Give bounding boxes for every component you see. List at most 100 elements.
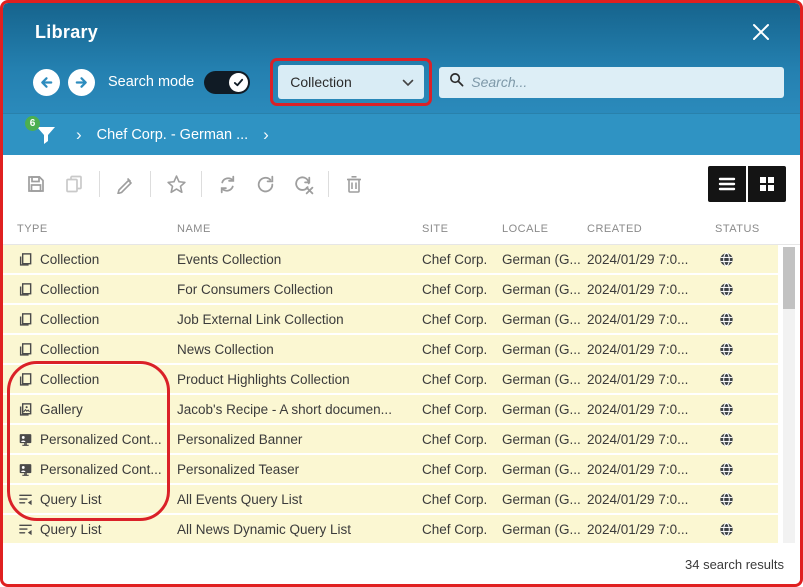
- column-header-type[interactable]: TYPE: [17, 223, 177, 235]
- site-cell: Chef Corp.: [422, 492, 502, 507]
- name-cell: All Events Query List: [177, 492, 422, 507]
- created-cell: 2024/01/29 7:0...: [587, 312, 715, 327]
- name-cell: For Consumers Collection: [177, 282, 422, 297]
- table-row[interactable]: Personalized Cont... Personalized Teaser…: [3, 455, 778, 485]
- column-header-name[interactable]: NAME: [177, 223, 422, 235]
- back-button[interactable]: [33, 69, 60, 96]
- breadcrumb: 6 › Chef Corp. - German ... ›: [3, 113, 800, 155]
- type-label: Personalized Cont...: [40, 432, 162, 447]
- search-mode-toggle[interactable]: [204, 71, 250, 94]
- toolbar-divider: [201, 171, 202, 197]
- breadcrumb-separator: ›: [263, 125, 269, 145]
- type-cell: Collection: [17, 311, 177, 327]
- table-row[interactable]: Gallery Jacob's Recipe - A short documen…: [3, 395, 778, 425]
- status-icon: [719, 462, 734, 477]
- name-cell: Personalized Teaser: [177, 462, 422, 477]
- list-view-icon[interactable]: [708, 166, 746, 202]
- gallery-icon: [17, 401, 33, 417]
- delete-icon[interactable]: [335, 165, 373, 203]
- close-icon[interactable]: [746, 17, 776, 47]
- created-cell: 2024/01/29 7:0...: [587, 522, 715, 537]
- locale-cell: German (G...: [502, 372, 587, 387]
- name-cell: Job External Link Collection: [177, 312, 422, 327]
- status-cell: [715, 342, 770, 357]
- table-row[interactable]: Collection Job External Link Collection …: [3, 305, 778, 335]
- created-cell: 2024/01/29 7:0...: [587, 432, 715, 447]
- status-cell: [715, 432, 770, 447]
- name-cell: Jacob's Recipe - A short documen...: [177, 402, 422, 417]
- column-header-status[interactable]: STATUS: [715, 223, 770, 235]
- search-type-dropdown[interactable]: Collection: [278, 65, 424, 99]
- breadcrumb-item[interactable]: Chef Corp. - German ...: [97, 127, 249, 143]
- type-label: Query List: [40, 522, 102, 537]
- type-label: Collection: [40, 252, 99, 267]
- status-icon: [719, 402, 734, 417]
- status-cell: [715, 522, 770, 537]
- type-cell: Query List: [17, 491, 177, 507]
- site-cell: Chef Corp.: [422, 462, 502, 477]
- status-icon: [719, 522, 734, 537]
- grid-view-icon[interactable]: [748, 166, 786, 202]
- column-header-created[interactable]: CREATED: [587, 223, 715, 235]
- site-cell: Chef Corp.: [422, 372, 502, 387]
- search-input[interactable]: [471, 74, 774, 90]
- toolbar-divider: [99, 171, 100, 197]
- status-cell: [715, 402, 770, 417]
- column-header-locale[interactable]: LOCALE: [502, 223, 587, 235]
- type-label: Collection: [40, 282, 99, 297]
- status-cell: [715, 372, 770, 387]
- copy-icon[interactable]: [55, 165, 93, 203]
- site-cell: Chef Corp.: [422, 432, 502, 447]
- locale-cell: German (G...: [502, 492, 587, 507]
- scrollbar-thumb[interactable]: [783, 247, 795, 309]
- refresh-icon[interactable]: [246, 165, 284, 203]
- sync-cancel-icon[interactable]: [284, 165, 322, 203]
- name-cell: News Collection: [177, 342, 422, 357]
- name-cell: Personalized Banner: [177, 432, 422, 447]
- name-cell: Events Collection: [177, 252, 422, 267]
- sync-icon[interactable]: [208, 165, 246, 203]
- created-cell: 2024/01/29 7:0...: [587, 282, 715, 297]
- locale-cell: German (G...: [502, 312, 587, 327]
- collection-icon: [17, 311, 33, 327]
- table-row[interactable]: Collection News Collection Chef Corp. Ge…: [3, 335, 778, 365]
- search-icon: [449, 72, 464, 92]
- column-header-site[interactable]: SITE: [422, 223, 502, 235]
- table-row[interactable]: Query List All Events Query List Chef Co…: [3, 485, 778, 515]
- save-icon[interactable]: [17, 165, 55, 203]
- table-row[interactable]: Collection Events Collection Chef Corp. …: [3, 245, 778, 275]
- status-icon: [719, 432, 734, 447]
- filter-funnel-icon[interactable]: 6: [31, 120, 61, 150]
- type-cell: Collection: [17, 341, 177, 357]
- status-cell: [715, 312, 770, 327]
- status-icon: [719, 342, 734, 357]
- locale-cell: German (G...: [502, 462, 587, 477]
- status-bar: 34 search results: [3, 545, 800, 584]
- forward-button[interactable]: [68, 69, 95, 96]
- locale-cell: German (G...: [502, 522, 587, 537]
- status-cell: [715, 462, 770, 477]
- type-label: Collection: [40, 312, 99, 327]
- table-row[interactable]: Collection For Consumers Collection Chef…: [3, 275, 778, 305]
- table-row[interactable]: Collection Product Highlights Collection…: [3, 365, 778, 395]
- collection-icon: [17, 251, 33, 267]
- type-cell: Collection: [17, 281, 177, 297]
- personalized-icon: [17, 461, 33, 477]
- edit-icon[interactable]: [106, 165, 144, 203]
- locale-cell: German (G...: [502, 282, 587, 297]
- table-row[interactable]: Query List All News Dynamic Query List C…: [3, 515, 778, 545]
- status-icon: [719, 282, 734, 297]
- created-cell: 2024/01/29 7:0...: [587, 372, 715, 387]
- star-icon[interactable]: [157, 165, 195, 203]
- locale-cell: German (G...: [502, 252, 587, 267]
- locale-cell: German (G...: [502, 342, 587, 357]
- name-cell: Product Highlights Collection: [177, 372, 422, 387]
- created-cell: 2024/01/29 7:0...: [587, 462, 715, 477]
- querylist-icon: [17, 521, 33, 537]
- table-row[interactable]: Personalized Cont... Personalized Banner…: [3, 425, 778, 455]
- type-cell: Gallery: [17, 401, 177, 417]
- vertical-scrollbar[interactable]: [783, 247, 795, 543]
- type-cell: Personalized Cont...: [17, 461, 177, 477]
- window-title: Library: [35, 22, 98, 43]
- filter-count-badge: 6: [25, 116, 40, 131]
